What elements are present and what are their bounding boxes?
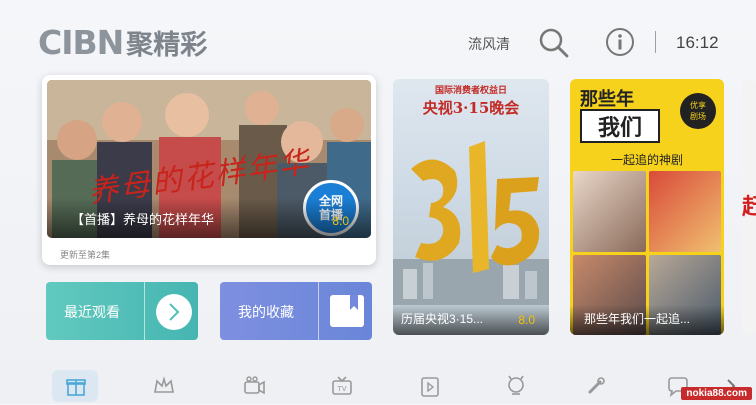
tv-icon[interactable]: TV <box>328 372 356 400</box>
poster-315-top-text: 国际消费者权益日 <box>434 85 507 95</box>
poster-315-rating: 8.0 <box>518 313 535 327</box>
tile-divider <box>318 282 319 340</box>
svg-text:TV: TV <box>336 385 346 393</box>
favorites-tile[interactable]: 我的收藏 <box>220 282 372 340</box>
site-watermark: nokia88.com <box>681 387 752 400</box>
favorites-label: 我的收藏 <box>238 304 294 320</box>
premium-badge-line2: 剧场 <box>690 112 706 121</box>
featured-update-note: 更新至第2集 <box>60 250 111 260</box>
quality-selector[interactable]: 流风清 <box>468 34 510 54</box>
poster-315-title: 央视3·15晚会 <box>422 99 520 117</box>
clock-icon <box>150 290 194 332</box>
crown-icon[interactable] <box>150 372 178 400</box>
premium-theater-badge: 优享 剧场 <box>680 93 716 129</box>
poster-those-years-line1: 那些年 <box>580 89 634 110</box>
header-divider <box>655 31 656 53</box>
poster-315-artwork <box>393 141 549 305</box>
recent-watch-tile[interactable]: 最近观看 <box>46 282 198 340</box>
featured-poster-image: 养母的花样年华 全网 首播 【首播】养母的花样年华 8.0 <box>47 80 371 238</box>
collage-image <box>573 171 646 252</box>
poster-315-gala[interactable]: 国际消费者权益日 央视3·15晚会 历届央视3·15... 8.0 <box>393 79 549 335</box>
play-icon[interactable] <box>416 372 444 400</box>
poster-those-years-subtitle: 一起追的神剧 <box>610 153 683 167</box>
featured-title: 【首播】养母的花样年华 <box>71 212 215 227</box>
recent-watch-label: 最近观看 <box>64 304 120 320</box>
info-icon[interactable] <box>605 27 635 57</box>
poster-partial-char: 赶 <box>742 194 756 219</box>
poster-315-caption: 历届央视3·15... <box>401 312 484 326</box>
poster-partial[interactable]: 赶 <box>742 79 756 335</box>
logo-chinese: 聚精彩 <box>126 29 208 61</box>
bookmark-icon <box>324 290 368 332</box>
app-logo: CIBN 聚精彩 <box>38 22 208 62</box>
search-icon[interactable] <box>537 26 571 60</box>
camera-icon[interactable] <box>240 372 268 400</box>
poster-those-years[interactable]: 那些年 我们 优享 剧场 一起追的神剧 那些年我们一起追... <box>570 79 724 335</box>
premium-badge-line1: 优享 <box>690 101 706 110</box>
tile-divider <box>144 282 145 340</box>
child-icon[interactable] <box>502 372 530 400</box>
bottom-nav: TV <box>0 362 756 404</box>
clock-text: 16:12 <box>676 33 719 52</box>
poster-those-years-caption: 那些年我们一起追... <box>584 312 691 326</box>
gift-icon[interactable] <box>62 372 90 400</box>
poster-those-years-box: 我们 <box>580 109 660 143</box>
featured-rating: 8.0 <box>332 214 349 228</box>
tool-icon[interactable] <box>582 372 610 400</box>
logo-latin: CIBN <box>38 22 124 62</box>
collage-image <box>648 171 721 252</box>
featured-card[interactable]: 养母的花样年华 全网 首播 【首播】养母的花样年华 8.0 <box>42 75 376 265</box>
